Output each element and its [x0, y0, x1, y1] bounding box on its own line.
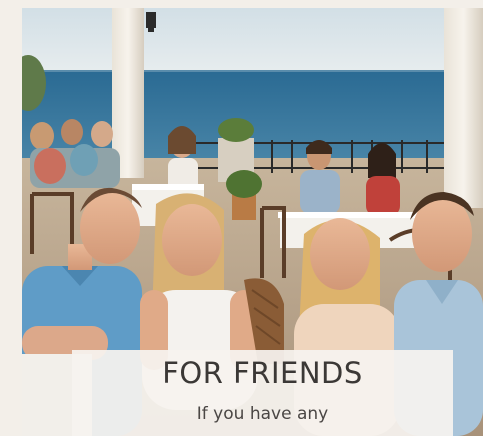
pillar-right [444, 8, 483, 208]
card-title: FOR FRIENDS [162, 356, 363, 390]
page: FOR FRIENDS If you have any [0, 0, 483, 436]
caption-card: FOR FRIENDS If you have any [72, 350, 453, 436]
diners-background-left [30, 119, 120, 188]
card-text: If you have any [196, 404, 329, 424]
